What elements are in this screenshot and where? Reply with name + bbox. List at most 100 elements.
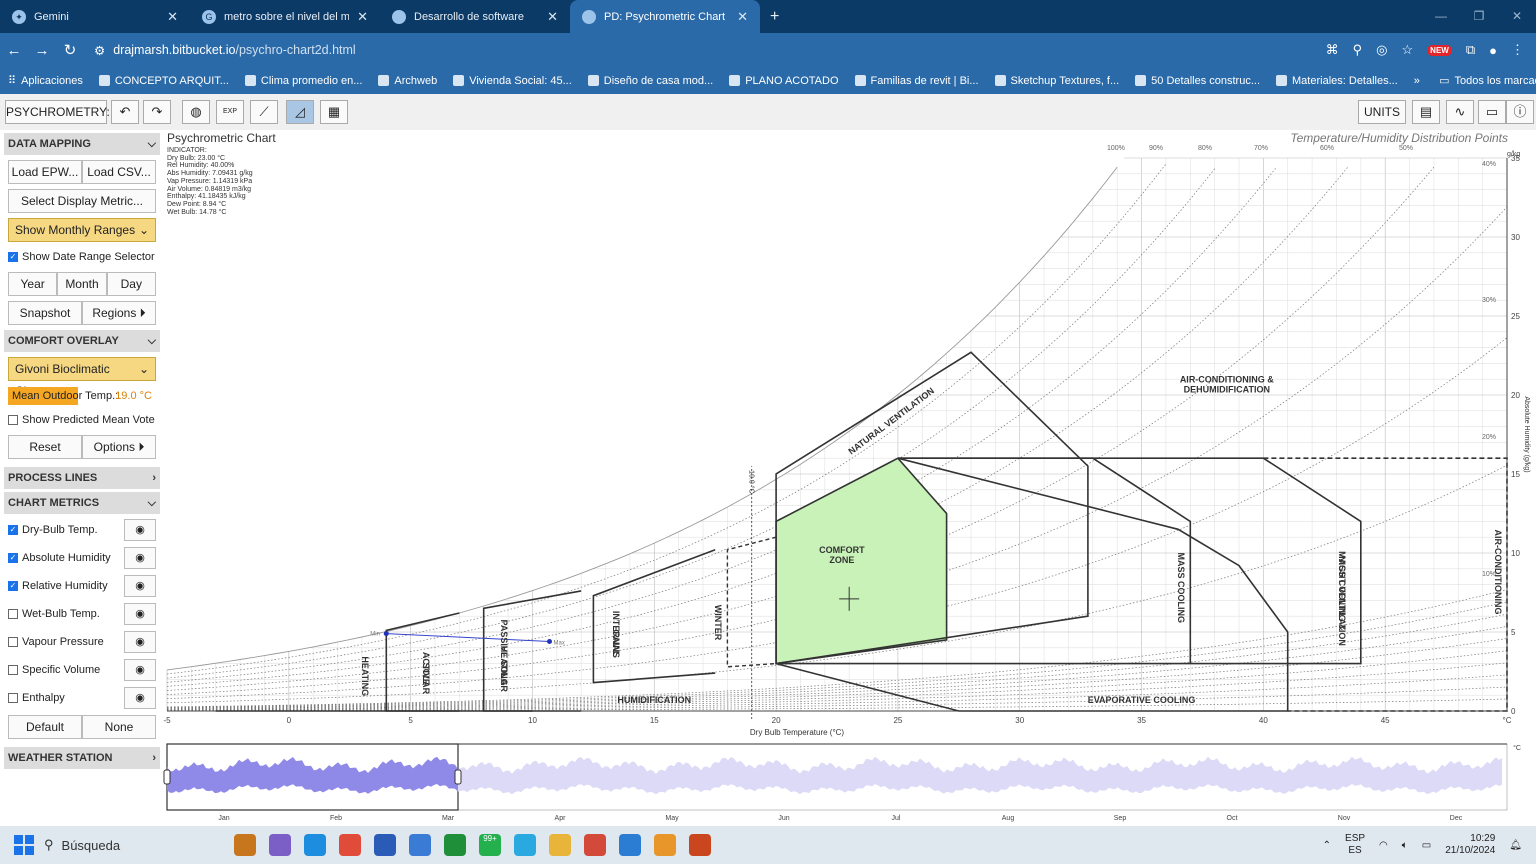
minimize-icon[interactable]: — — [1422, 0, 1460, 33]
eye-icon[interactable]: ◉ — [124, 631, 156, 653]
trend-icon[interactable]: ∿ — [1446, 100, 1474, 124]
extension-new-badge[interactable]: NEW — [1427, 44, 1452, 56]
metric-row[interactable]: ✓ Relative Humidity ◉ — [8, 574, 156, 598]
date-range-checkbox-row[interactable]: ✓ Show Date Range Selector — [8, 247, 156, 267]
psychrometry-menu[interactable]: PSYCHROMETRY: — [5, 100, 110, 124]
image-icon[interactable]: ▭ — [1478, 100, 1506, 124]
redo-button[interactable]: ↷ — [143, 100, 171, 124]
tab-psychrometric[interactable]: PD: Psychrometric Chart ✕ — [570, 0, 760, 33]
metric-row[interactable]: ✓ Dry-Bulb Temp. ◉ — [8, 518, 156, 542]
table-icon[interactable]: ▤ — [1412, 100, 1440, 124]
metric-row[interactable]: Specific Volume ◉ — [8, 658, 156, 682]
edge-icon[interactable] — [304, 834, 326, 856]
checkbox[interactable] — [8, 637, 18, 647]
star-icon[interactable]: ☆ — [1402, 42, 1414, 58]
load-epw-button[interactable]: Load EPW... — [8, 160, 82, 184]
close-icon[interactable]: ✕ — [357, 9, 368, 25]
eye-icon[interactable]: ◉ — [124, 659, 156, 681]
app-icon[interactable] — [269, 834, 291, 856]
bookmark-item[interactable]: Familias de revit | Bi... — [854, 75, 979, 87]
language-indicator[interactable]: ESP ES — [1345, 833, 1365, 857]
eye-icon[interactable]: ◉ — [124, 575, 156, 597]
export-button[interactable]: EXP — [216, 100, 244, 124]
back-icon[interactable]: ← — [6, 42, 22, 59]
eye-off-icon[interactable]: ◎ — [1376, 42, 1387, 58]
metric-row[interactable]: Vapour Pressure ◉ — [8, 630, 156, 654]
extensions-icon[interactable]: ⧉ — [1466, 42, 1475, 58]
checkbox[interactable] — [8, 415, 18, 425]
zoom-icon[interactable]: ⚲ — [1353, 42, 1363, 58]
bookmark-item[interactable]: 50 Detalles construc... — [1135, 75, 1260, 87]
bookmark-item[interactable]: CONCEPTO ARQUIT... — [98, 75, 229, 87]
eye-icon[interactable]: ◉ — [124, 687, 156, 709]
bookmark-item[interactable]: Archweb — [378, 75, 437, 87]
regions-button[interactable]: Regions ⏵ — [82, 301, 156, 325]
curve-tool-icon[interactable]: ⟋ — [250, 100, 278, 124]
section-comfort-overlay[interactable]: COMFORT OVERLAY ⌵ — [4, 330, 160, 352]
chrome-icon[interactable] — [584, 834, 606, 856]
chart-view-icon[interactable]: ◿ — [286, 100, 314, 124]
tab-google-search[interactable]: Gmetro sobre el nivel del mar - B ✕ — [190, 0, 380, 33]
bookmark-item[interactable]: Diseño de casa mod... — [587, 75, 713, 87]
pmv-checkbox-row[interactable]: Show Predicted Mean Vote — [8, 410, 156, 430]
windows-start-icon[interactable] — [14, 835, 34, 855]
globe-icon[interactable]: ◍ — [182, 100, 210, 124]
info-icon[interactable]: ⓘ — [1506, 100, 1534, 124]
bookmark-item[interactable]: Vivienda Social: 45... — [453, 75, 572, 87]
metric-row[interactable]: Enthalpy ◉ — [8, 686, 156, 710]
site-info-icon[interactable]: ⚙ — [94, 43, 105, 58]
whatsapp-icon[interactable]: 99+ — [479, 834, 501, 856]
bookmark-item[interactable]: Clima promedio en... — [244, 75, 362, 87]
psychrometric-chart[interactable]: -5 0 5 10 15 20 25 30 35 40 45 °C05101520253035g/kg… — [160, 124, 1536, 824]
chrome-icon[interactable] — [339, 834, 361, 856]
checkbox[interactable]: ✓ — [8, 553, 18, 563]
eye-icon[interactable]: ◉ — [124, 603, 156, 625]
checkbox[interactable]: ✓ — [8, 252, 18, 262]
bookmark-apps[interactable]: ⠿ Aplicaciones — [8, 74, 83, 88]
bookmark-item[interactable]: Sketchup Textures, f... — [994, 75, 1119, 87]
menu-icon[interactable]: ⋮ — [1511, 42, 1524, 58]
app-icon[interactable] — [234, 834, 256, 856]
reset-button[interactable]: Reset — [8, 435, 82, 459]
taskbar-search[interactable]: ⚲ Búsqueda — [44, 830, 214, 860]
section-weather-station[interactable]: WEATHER STATION › — [4, 747, 160, 769]
app-icon[interactable] — [514, 834, 536, 856]
close-icon[interactable]: ✕ — [547, 9, 558, 25]
mean-outdoor-temp-slider[interactable]: Mean Outdoor Temp.: 19.0 °C — [8, 386, 156, 406]
chevron-up-icon[interactable]: ⌃ — [1323, 840, 1331, 851]
window-close-icon[interactable]: ✕ — [1498, 0, 1536, 33]
store-icon[interactable] — [374, 834, 396, 856]
close-icon[interactable]: ✕ — [737, 9, 748, 25]
section-process-lines[interactable]: PROCESS LINES › — [4, 467, 160, 489]
bookmark-item[interactable]: PLANO ACOTADO — [729, 75, 839, 87]
battery-icon[interactable]: ▭ — [1422, 840, 1431, 851]
url-input[interactable]: ⚙ drajmarsh.bitbucket.io/psychro-chart2d… — [94, 43, 356, 58]
month-button[interactable]: Month — [57, 272, 107, 296]
checkbox[interactable]: ✓ — [8, 581, 18, 591]
eye-icon[interactable]: ◉ — [124, 547, 156, 569]
clock[interactable]: 10:29 21/10/2024 — [1445, 833, 1495, 857]
checkbox[interactable]: ✓ — [8, 525, 18, 535]
app-icon[interactable] — [409, 834, 431, 856]
chevron-double-right-icon[interactable]: » — [1414, 75, 1420, 87]
select-metric-button[interactable]: Select Display Metric... — [8, 189, 156, 213]
checkbox[interactable] — [8, 665, 18, 675]
close-icon[interactable]: ✕ — [167, 9, 178, 25]
reload-icon[interactable]: ↻ — [62, 41, 78, 59]
tab-desarrollo[interactable]: Desarrollo de software ✕ — [380, 0, 570, 33]
powerpoint-icon[interactable] — [689, 834, 711, 856]
profile-avatar[interactable]: ● — [1489, 43, 1497, 58]
grid-view-icon[interactable]: ▦ — [320, 100, 348, 124]
year-button[interactable]: Year — [8, 272, 58, 296]
maximize-icon[interactable]: ❐ — [1460, 0, 1498, 33]
checkbox[interactable] — [8, 609, 18, 619]
translate-icon[interactable]: ⌘ — [1326, 42, 1339, 58]
forward-icon[interactable]: → — [34, 42, 50, 59]
metric-row[interactable]: Wet-Bulb Temp. ◉ — [8, 602, 156, 626]
snapshot-button[interactable]: Snapshot — [8, 301, 82, 325]
undo-button[interactable]: ↶ — [111, 100, 139, 124]
options-button[interactable]: Options ⏵ — [82, 435, 156, 459]
app-icon[interactable] — [654, 834, 676, 856]
bell-icon[interactable]: 🔔︎ — [1509, 840, 1522, 851]
metric-row[interactable]: ✓ Absolute Humidity ◉ — [8, 546, 156, 570]
